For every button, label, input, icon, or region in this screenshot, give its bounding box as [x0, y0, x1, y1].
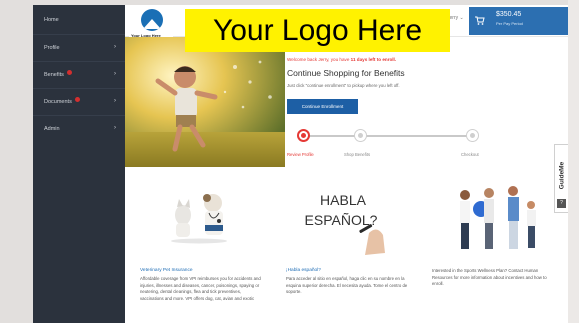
sidebar-item-home[interactable]: Home [33, 7, 125, 33]
card-body: Para acceder al sitio en español, haga c… [286, 276, 408, 295]
guideme-tab[interactable]: GuideMe ? [554, 144, 568, 213]
step-shop-benefits-dot[interactable] [354, 129, 367, 142]
cart-total: $350.45 [496, 11, 522, 18]
chevron-right-icon: › [114, 125, 116, 131]
sidebar-item-label: Home [44, 17, 59, 23]
card-body: Interested in the Sports Wellness Plan? … [432, 268, 547, 287]
step-review-profile-dot[interactable] [297, 129, 310, 142]
mountain-logo-icon [141, 9, 163, 31]
help-question-icon: ? [557, 199, 566, 208]
promo-card-spanish[interactable]: HABLA ESPAÑOL? ¡Habla español? Para acce… [273, 175, 419, 323]
hero-headline: Continue Shopping for Benefits [287, 68, 405, 78]
chevron-right-icon: › [114, 98, 116, 104]
wellness-family-photo [419, 175, 565, 265]
sidebar-item-documents[interactable]: Documents › [33, 88, 125, 114]
main-content: Your Logo Here Jerry ⌄ $350.45 Per Pay P… [125, 5, 568, 323]
logo-placeholder-banner: Your Logo Here [185, 9, 450, 52]
hero-image-child-running [125, 37, 285, 167]
image-text-line2: ESPAÑOL? [305, 212, 378, 228]
habla-espanol-illustration: HABLA ESPAÑOL? [273, 175, 419, 265]
chevron-right-icon: › [114, 44, 116, 50]
sidebar-item-profile[interactable]: Profile › [33, 34, 125, 60]
promo-card-wellness[interactable]: Interested in the Sports Wellness Plan? … [419, 175, 565, 323]
continue-enrollment-button[interactable]: Continue Enrollment [287, 99, 358, 114]
welcome-message: Welcome back Jerry, you have 11 days lef… [287, 57, 397, 62]
sidebar-item-label: Admin [44, 125, 60, 132]
guideme-label: GuideMe [558, 161, 566, 190]
enrollment-progress: Review Profile Shop Benefits Checkout [287, 129, 557, 159]
sidebar: Home Profile › Benefits › Documents › Ad… [33, 5, 125, 323]
card-title[interactable]: Veterinary Pet Insurance [140, 268, 193, 273]
step-label: Shop Benefits [344, 152, 371, 157]
screen-edge [568, 0, 579, 323]
chevron-down-icon: ⌄ [459, 15, 464, 21]
pet-doctor-illustration [127, 175, 273, 265]
sidebar-item-label: Documents [44, 98, 72, 105]
step-checkout-dot[interactable] [466, 129, 479, 142]
step-label: Review Profile [287, 152, 314, 157]
card-title[interactable]: ¡Habla español? [286, 268, 321, 273]
sidebar-item-benefits[interactable]: Benefits › [33, 61, 125, 87]
hero-subtext: Just click "continue enrollment" to pick… [287, 83, 400, 88]
sidebar-item-label: Benefits [44, 71, 64, 78]
cart-period: Per Pay Period [496, 21, 523, 26]
sidebar-item-label: Profile [44, 44, 60, 51]
cart-summary-button[interactable]: $350.45 Per Pay Period [469, 7, 568, 35]
notification-badge [74, 96, 80, 102]
notification-badge [66, 69, 72, 75]
shopping-cart-icon [475, 16, 485, 25]
chevron-right-icon: › [114, 71, 116, 77]
image-text-line1: HABLA [320, 192, 367, 208]
card-body: Affordable coverage from VPI reimburses … [140, 276, 261, 301]
step-label: Checkout [461, 152, 479, 157]
sidebar-item-admin[interactable]: Admin › [33, 115, 125, 141]
promo-card-pet-insurance[interactable]: Veterinary Pet Insurance Affordable cove… [127, 175, 273, 323]
